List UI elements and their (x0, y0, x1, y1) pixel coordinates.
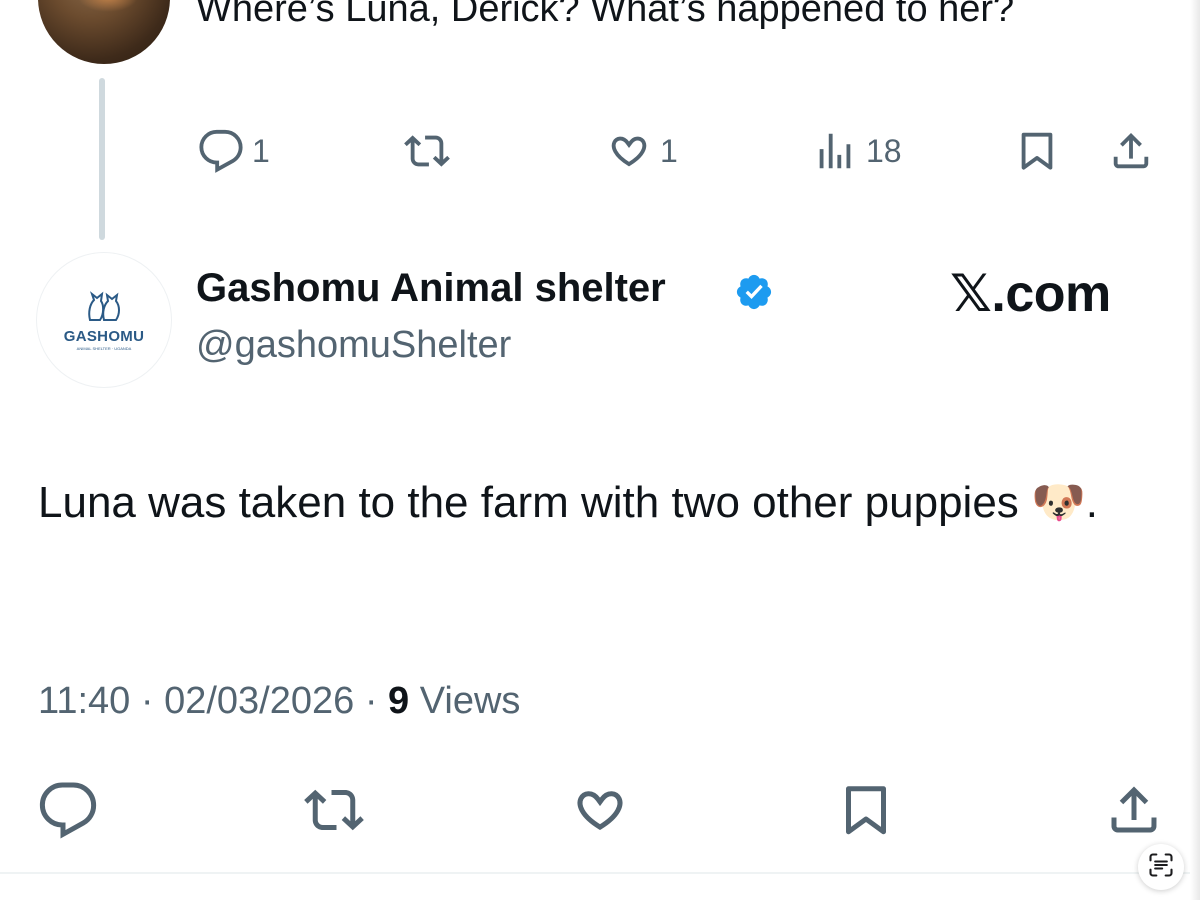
parent-reply-count: 1 (252, 132, 270, 169)
like-button[interactable] (570, 780, 630, 840)
like-icon (606, 128, 652, 174)
views-count: 9 (388, 680, 410, 722)
reply-icon (198, 128, 244, 174)
reply-icon (38, 780, 98, 840)
views-label: Views (419, 680, 521, 722)
bottom-divider (0, 872, 1200, 874)
thread-connector-line (99, 78, 105, 240)
verified-badge-icon[interactable] (734, 272, 774, 312)
shelter-logo-subtext: ANIMAL SHELTER · UGANDA (76, 345, 132, 351)
share-icon (1108, 128, 1154, 174)
retweet-button[interactable] (298, 780, 370, 840)
x-watermark: 𝕏.com (950, 265, 1111, 323)
reply-button[interactable] (38, 780, 98, 840)
share-icon (1104, 780, 1164, 840)
retweet-icon (400, 128, 454, 174)
parent-views-button[interactable]: 18 (812, 128, 902, 174)
tweet-text: Luna was taken to the farm with two othe… (38, 478, 1099, 527)
scan-text-button[interactable] (1138, 844, 1184, 890)
meta-separator: · (140, 680, 154, 722)
parent-like-button[interactable]: 1 (606, 128, 678, 174)
parent-retweet-button[interactable] (400, 128, 454, 174)
shelter-logo-icon (88, 290, 120, 321)
share-button[interactable] (1104, 780, 1164, 840)
tweet-date[interactable]: 02/03/2026 (164, 680, 354, 722)
parent-view-count: 18 (866, 132, 902, 169)
shelter-avatar[interactable]: GASHOMU ANIMAL SHELTER · UGANDA (36, 252, 172, 388)
scan-text-icon (1147, 851, 1175, 884)
parent-bookmark-button[interactable] (1014, 128, 1060, 174)
parent-share-button[interactable] (1108, 128, 1154, 174)
tweet-time[interactable]: 11:40 (38, 680, 130, 722)
tweet-meta: 11:40 · 02/03/2026 · 9 Views (38, 680, 520, 723)
bookmark-icon (1014, 128, 1060, 174)
like-icon (570, 780, 630, 840)
bookmark-button[interactable] (836, 780, 896, 840)
meta-separator: · (364, 680, 378, 722)
parent-avatar[interactable] (38, 0, 170, 64)
parent-reply-button[interactable]: 1 (198, 128, 270, 174)
display-name[interactable]: Gashomu Animal shelter (196, 266, 666, 311)
parent-like-count: 1 (660, 132, 678, 169)
bookmark-icon (836, 780, 896, 840)
views-icon (812, 128, 858, 174)
user-handle[interactable]: @gashomuShelter (196, 324, 511, 367)
shelter-logo-text: GASHOMU (63, 327, 145, 345)
screen-edge (1190, 0, 1200, 900)
retweet-icon (298, 780, 370, 840)
parent-tweet-text: Where’s Luna, Derick? What’s happened to… (196, 0, 1015, 30)
